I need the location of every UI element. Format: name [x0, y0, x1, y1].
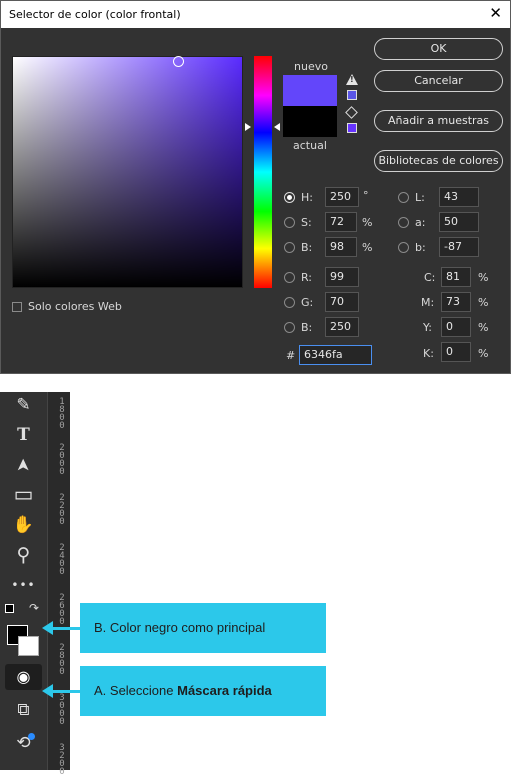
- radio-s[interactable]: [284, 217, 295, 228]
- ruler-label: 2 2 0 0: [59, 493, 65, 527]
- gamut-swatch[interactable]: [347, 90, 357, 100]
- r-label: R:: [301, 271, 313, 284]
- color-field[interactable]: [12, 56, 243, 288]
- callout-b: B. Color negro como principal: [80, 603, 326, 653]
- lab-b-input[interactable]: -87: [439, 237, 479, 257]
- a-label: a:: [415, 216, 426, 229]
- hex-label: #: [286, 349, 296, 362]
- rgb-b-label: B:: [301, 321, 313, 334]
- quick-mask-icon[interactable]: ◉: [5, 664, 42, 690]
- new-color-swatch: [283, 75, 337, 106]
- ruler-label: 2 8 0 0: [59, 643, 65, 677]
- hand-tool-icon[interactable]: ✋: [0, 512, 47, 538]
- h-unit: °: [363, 189, 369, 202]
- ruler-label: 3 2 0 0: [59, 743, 65, 777]
- b-label: B:: [301, 241, 313, 254]
- radio-l[interactable]: [398, 192, 409, 203]
- dialog-titlebar: Selector de color (color frontal) ✕: [1, 1, 510, 28]
- c-label: C:: [424, 271, 436, 284]
- radio-g[interactable]: [284, 297, 295, 308]
- l-input[interactable]: 43: [439, 187, 479, 207]
- web-safe-swatch[interactable]: [347, 123, 357, 133]
- callout-a-bold: Máscara rápida: [177, 683, 272, 698]
- radio-rgb-b[interactable]: [284, 322, 295, 333]
- m-input[interactable]: 73: [441, 292, 471, 312]
- current-color-label: actual: [293, 139, 327, 152]
- c-unit: %: [478, 271, 489, 284]
- y-unit: %: [478, 321, 489, 334]
- s-input[interactable]: 72: [325, 212, 357, 232]
- radio-h[interactable]: [284, 192, 295, 203]
- frame-tool-icon[interactable]: ⟲: [0, 730, 47, 756]
- k-input[interactable]: 0: [441, 342, 471, 362]
- add-to-swatches-button[interactable]: Añadir a muestras: [374, 110, 503, 132]
- k-label: K:: [423, 347, 434, 360]
- radio-b[interactable]: [284, 242, 295, 253]
- r-input[interactable]: 99: [325, 267, 359, 287]
- l-label: L:: [415, 191, 425, 204]
- screen-mode-icon[interactable]: ⧉: [0, 697, 47, 723]
- more-tools-icon[interactable]: •••: [0, 572, 47, 598]
- callout-b-arrow-icon: [42, 621, 53, 635]
- b-input[interactable]: 98: [325, 237, 357, 257]
- swap-colors-icon[interactable]: ↷: [29, 601, 39, 615]
- cancel-button[interactable]: Cancelar: [374, 70, 503, 92]
- rgb-b-input[interactable]: 250: [325, 317, 359, 337]
- callout-a-arrow-line: [52, 690, 82, 693]
- m-unit: %: [478, 296, 489, 309]
- s-unit: %: [362, 216, 373, 229]
- g-input[interactable]: 70: [325, 292, 359, 312]
- radio-lab-b[interactable]: [398, 242, 409, 253]
- notification-dot: [28, 733, 35, 740]
- c-input[interactable]: 81: [441, 267, 471, 287]
- hex-input[interactable]: 6346fa: [299, 345, 372, 365]
- vertical-ruler: 1 8 0 0 2 0 0 0 2 2 0 0 2 4 0 0 2 6 0 0 …: [47, 392, 70, 777]
- a-input[interactable]: 50: [439, 212, 479, 232]
- k-unit: %: [478, 347, 489, 360]
- ok-button[interactable]: OK: [374, 38, 503, 60]
- color-field-marker[interactable]: [173, 56, 184, 67]
- lab-b-label: b:: [415, 241, 426, 254]
- default-colors-icon[interactable]: [5, 604, 14, 613]
- color-libraries-button[interactable]: Bibliotecas de colores: [374, 150, 503, 172]
- web-safe-cube-icon[interactable]: [345, 106, 358, 119]
- background-color-swatch[interactable]: [18, 636, 39, 656]
- hue-slider[interactable]: [254, 56, 272, 288]
- close-icon[interactable]: ✕: [489, 4, 502, 22]
- h-input[interactable]: 250: [325, 187, 359, 207]
- y-label: Y:: [423, 321, 432, 334]
- s-label: S:: [301, 216, 312, 229]
- ruler-label: 3 0 0 0: [59, 693, 65, 727]
- current-color-swatch[interactable]: [283, 106, 337, 137]
- callout-b-arrow-line: [52, 627, 82, 630]
- hue-slider-left-arrow-icon[interactable]: [245, 123, 251, 131]
- callout-a: A. Seleccione Máscara rápida: [80, 666, 326, 716]
- web-colors-only-label: Solo colores Web: [28, 300, 122, 313]
- m-label: M:: [421, 296, 435, 309]
- color-picker-dialog: Selector de color (color frontal) ✕ nuev…: [0, 0, 511, 374]
- b-unit: %: [362, 241, 373, 254]
- new-color-label: nuevo: [294, 60, 328, 73]
- dialog-title: Selector de color (color frontal): [9, 8, 181, 21]
- ruler-label: 2 6 0 0: [59, 593, 65, 627]
- rectangle-tool-icon[interactable]: ▭: [0, 481, 47, 507]
- hue-slider-right-arrow-icon[interactable]: [274, 123, 280, 131]
- h-label: H:: [301, 191, 313, 204]
- ruler-label: 2 0 0 0: [59, 443, 65, 477]
- pen-tool-icon[interactable]: ✎: [0, 392, 47, 418]
- y-input[interactable]: 0: [441, 317, 471, 337]
- ruler-label: 2 4 0 0: [59, 543, 65, 577]
- web-colors-only-checkbox[interactable]: [12, 302, 22, 312]
- g-label: G:: [301, 296, 314, 309]
- callout-a-arrow-icon: [42, 684, 53, 698]
- ruler-label: 1 8 0 0: [59, 397, 65, 431]
- radio-a[interactable]: [398, 217, 409, 228]
- callout-a-prefix: A. Seleccione: [94, 683, 178, 698]
- warning-exclamation-icon: !: [350, 75, 354, 84]
- zoom-tool-icon[interactable]: ⚲: [0, 542, 47, 568]
- tools-panel: ✎ T ➤ ▭ ✋ ⚲ ••• ↷ ◉ ⧉ ⟲: [0, 392, 47, 770]
- radio-r[interactable]: [284, 272, 295, 283]
